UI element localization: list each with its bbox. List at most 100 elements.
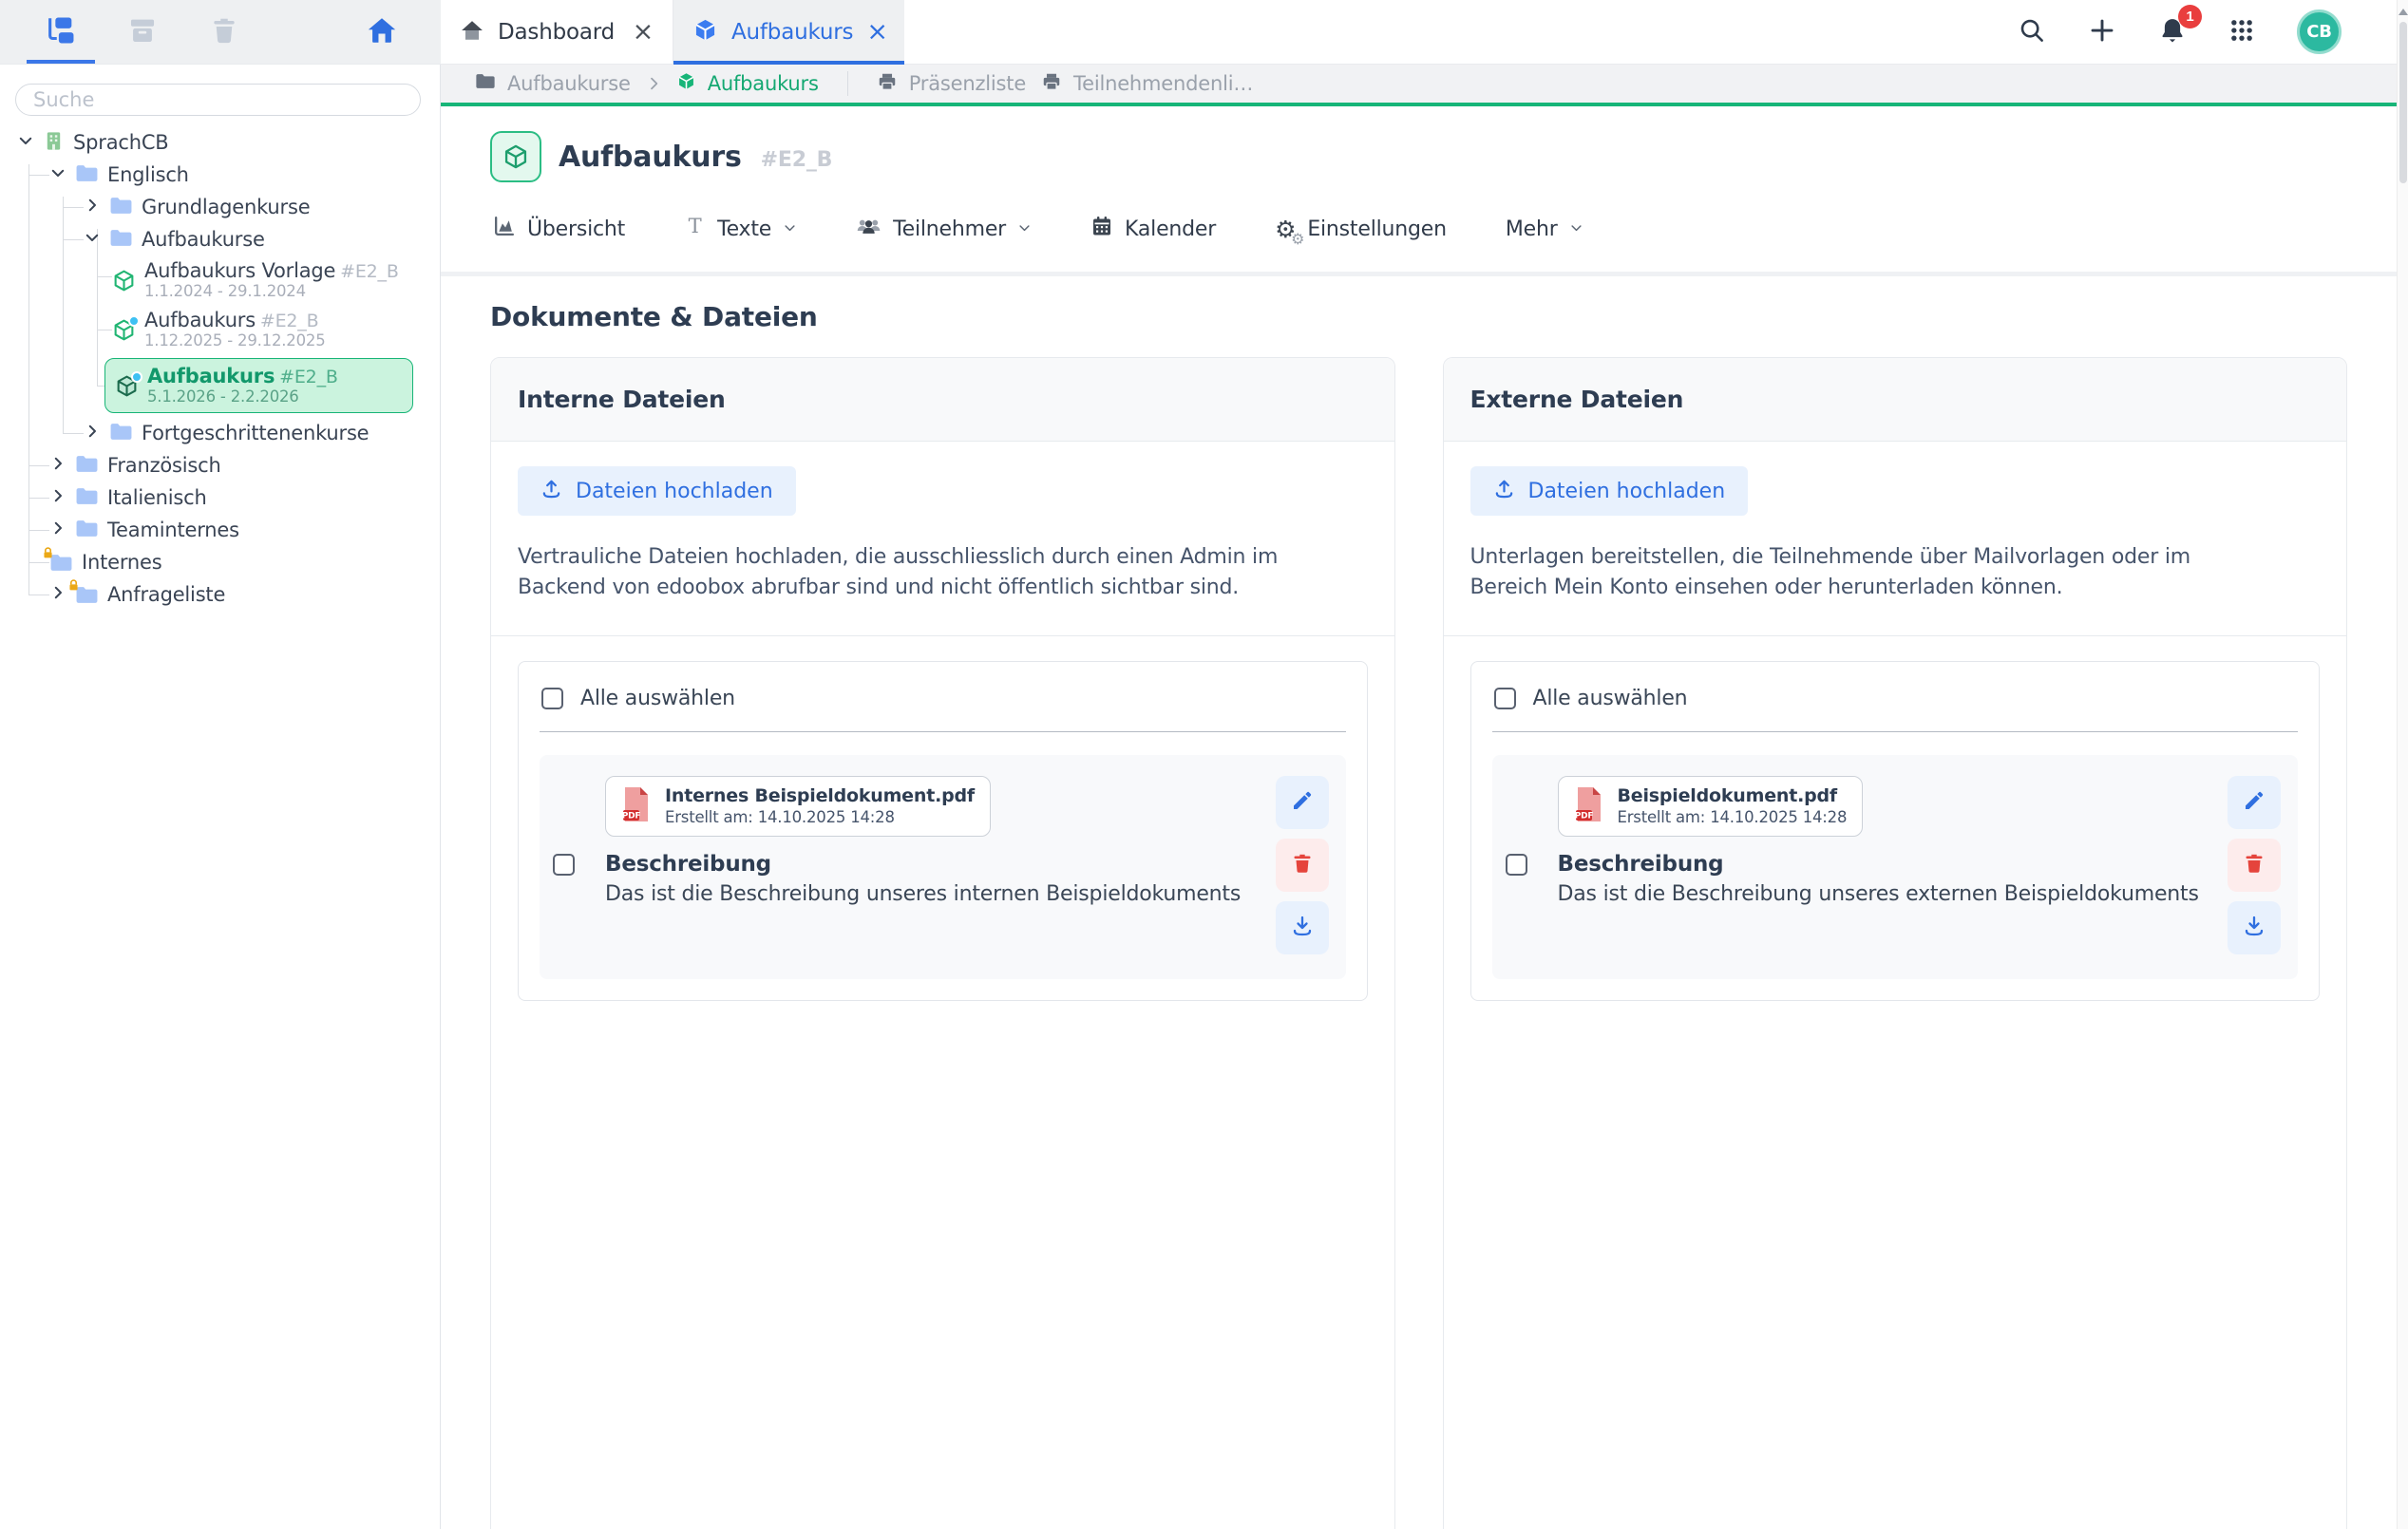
select-all-checkbox[interactable]: [1494, 688, 1516, 709]
top-bar: Dashboard × Aufbaukurs × 1 CB: [0, 0, 2397, 65]
scroll-up-arrow-icon[interactable]: [2399, 9, 2408, 15]
chevron-down-icon: [1017, 217, 1032, 241]
sidebar-item-aufbaukurs-2026-selected[interactable]: Aufbaukurs #E2_B 5.1.2026 - 2.2.2026: [104, 358, 413, 413]
download-file-button[interactable]: [2228, 901, 2281, 954]
printer-icon: [877, 71, 898, 97]
tab-einstellungen[interactable]: ⚙⚙ Einstellungen: [1275, 217, 1447, 241]
file-checkbox[interactable]: [1506, 854, 1527, 876]
file-name: Internes Beispieldokument.pdf: [665, 785, 975, 806]
chevron-right-icon[interactable]: [84, 197, 101, 217]
sidebar-item-teaminternes[interactable]: Teaminternes: [0, 514, 440, 546]
nav-label: Teilnehmer: [893, 217, 1006, 241]
chevron-right-icon[interactable]: [49, 584, 66, 605]
status-dot: [128, 315, 140, 327]
avatar[interactable]: CB: [2297, 9, 2342, 54]
edit-file-button[interactable]: [1276, 776, 1329, 829]
course-tree: SprachCB Englisch Grundlagenkurse Aufbau…: [0, 126, 440, 611]
sidebar-item-internes[interactable]: Internes: [0, 546, 440, 578]
tab-teilnehmer[interactable]: Teilnehmer: [856, 214, 1032, 245]
upload-files-button[interactable]: Dateien hochladen: [1470, 466, 1749, 516]
download-icon: [1291, 915, 1314, 940]
sidebar-item-sprachcb[interactable]: SprachCB: [0, 126, 440, 159]
tab-dashboard[interactable]: Dashboard ×: [441, 0, 673, 64]
file-row: PDF Beispieldokument.pdf Erstellt am: 14…: [1492, 755, 2299, 979]
tab-texte[interactable]: T Texte: [684, 216, 797, 243]
divider: [1492, 731, 2299, 732]
section-title: Dokumente & Dateien: [441, 301, 2397, 332]
divider: [540, 731, 1346, 732]
cube-tab-icon: [692, 17, 718, 47]
card-header: Externe Dateien: [1444, 358, 2347, 442]
tree-label: Italienisch: [107, 486, 207, 509]
lock-icon: [42, 545, 54, 563]
status-dot: [131, 371, 142, 383]
sidebar-item-italienisch[interactable]: Italienisch: [0, 481, 440, 514]
sidebar-item-fortgeschrittenenkurse[interactable]: Fortgeschrittenenkurse: [0, 417, 440, 449]
header-divider: [441, 272, 2397, 276]
breadcrumb-item-aufbaukurse[interactable]: Aufbaukurse: [475, 72, 631, 95]
print-teilnehmendenliste[interactable]: Teilnehmendenli…: [1041, 71, 1253, 97]
folder-icon: [109, 422, 133, 445]
delete-file-button[interactable]: [1276, 839, 1329, 892]
archive-button[interactable]: [122, 0, 163, 64]
folder-icon: [75, 454, 99, 478]
chevron-down-icon[interactable]: [49, 164, 66, 185]
upload-files-button[interactable]: Dateien hochladen: [518, 466, 796, 516]
pdf-icon: PDF: [1574, 785, 1604, 827]
file-chip[interactable]: PDF Beispieldokument.pdf Erstellt am: 14…: [1558, 776, 1864, 837]
tab-kalender[interactable]: Kalender: [1090, 215, 1216, 243]
breadcrumb-item-aufbaukurs[interactable]: Aufbaukurs: [676, 71, 819, 96]
vertical-scrollbar[interactable]: [2397, 0, 2408, 1529]
breadcrumb-label: Aufbaukurse: [507, 72, 631, 95]
svg-text:PDF: PDF: [622, 811, 641, 821]
chevron-right-icon[interactable]: [49, 487, 66, 508]
chevron-down-icon[interactable]: [17, 132, 34, 153]
select-all-checkbox[interactable]: [541, 688, 563, 709]
trash-icon: [1291, 852, 1314, 878]
tab-mehr[interactable]: Mehr: [1506, 217, 1583, 241]
nav-label: Mehr: [1506, 217, 1558, 241]
notifications-button[interactable]: 1: [2158, 16, 2187, 47]
sidebar-item-aufbaukurs-vorlage[interactable]: Aufbaukurs Vorlage #E2_B 1.1.2024 - 29.1…: [0, 255, 440, 305]
home-button[interactable]: [361, 0, 403, 64]
trash-button[interactable]: [203, 0, 245, 64]
tab-uebersicht[interactable]: Übersicht: [492, 215, 625, 244]
file-chip[interactable]: PDF Internes Beispieldokument.pdf Erstel…: [605, 776, 991, 837]
chevron-right-icon[interactable]: [49, 455, 66, 476]
sidebar-item-franzoesisch[interactable]: Französisch: [0, 449, 440, 481]
tree-label: Aufbaukurs: [147, 365, 275, 387]
close-tab-icon[interactable]: ×: [866, 19, 887, 45]
chevron-down-icon[interactable]: [84, 229, 101, 250]
close-tab-icon[interactable]: ×: [633, 19, 654, 45]
chevron-right-icon[interactable]: [84, 423, 101, 444]
file-info: PDF Internes Beispieldokument.pdf Erstel…: [594, 776, 1257, 954]
sidebar-item-grundlagenkurse[interactable]: Grundlagenkurse: [0, 191, 440, 223]
topbar-actions: 1 CB: [2018, 0, 2397, 64]
tree-label: Aufbaukurs: [144, 309, 256, 331]
apps-grid-button[interactable]: [2228, 17, 2255, 47]
download-file-button[interactable]: [1276, 901, 1329, 954]
tree-label: Anfrageliste: [107, 583, 225, 606]
delete-file-button[interactable]: [2228, 839, 2281, 892]
sidebar-item-anfrageliste[interactable]: Anfrageliste: [0, 578, 440, 611]
sidebar-item-englisch[interactable]: Englisch: [0, 159, 440, 191]
edit-file-button[interactable]: [2228, 776, 2281, 829]
search-input[interactable]: [15, 84, 421, 116]
course-nav: Übersicht T Texte Teilnehmer Kalender ⚙⚙…: [441, 209, 2397, 249]
scrollbar-thumb[interactable]: [2399, 22, 2407, 183]
tab-aufbaukurs[interactable]: Aufbaukurs ×: [673, 0, 904, 64]
sidebar-item-aufbaukurs-2025[interactable]: Aufbaukurs #E2_B 1.12.2025 - 29.12.2025: [0, 305, 440, 354]
print-praesenzliste[interactable]: Präsenzliste: [877, 71, 1026, 97]
tree-label: Teaminternes: [107, 519, 239, 541]
page-code: #E2_B: [761, 148, 833, 172]
file-row: PDF Internes Beispieldokument.pdf Erstel…: [540, 755, 1346, 979]
add-button[interactable]: [2088, 16, 2116, 47]
sidebar-item-aufbaukurse[interactable]: Aufbaukurse: [0, 223, 440, 255]
card-title: Interne Dateien: [518, 386, 726, 413]
search-button[interactable]: [2018, 16, 2046, 47]
tree-label: Englisch: [107, 163, 189, 186]
text-icon: T: [684, 216, 706, 243]
file-checkbox[interactable]: [553, 854, 575, 876]
chevron-right-icon[interactable]: [49, 519, 66, 540]
tree-view-button[interactable]: [40, 0, 82, 64]
